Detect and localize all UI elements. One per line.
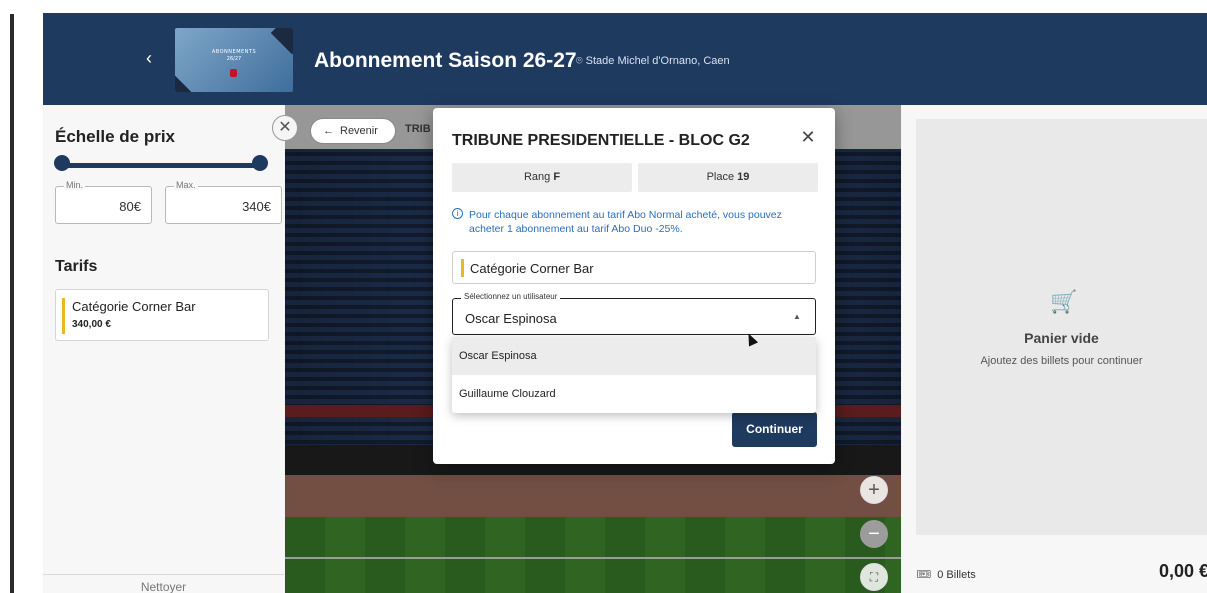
ticket-icon: 🎟 [916,567,932,581]
price-filter-title: Échelle de prix [55,127,175,146]
seat-label: Place [706,171,735,183]
tarif-price: 340,00 € [72,319,111,330]
back-button-label: Revenir [340,125,378,137]
cart-empty-box: 🛒 Panier vide Ajoutez des billets pour c… [916,119,1207,535]
price-max-handle[interactable] [252,155,268,171]
cart-empty-hint: Ajoutez des billets pour continuer [980,355,1143,367]
max-price-value: 340€ [242,199,271,214]
tarif-name: Catégorie Corner Bar [72,299,196,314]
category-color-bar [461,259,464,277]
max-price-label: Max. [174,180,198,190]
cart-ticket-count: 🎟 0 Billets [916,567,976,581]
info-text: Pour chaque abonnement au tarif Abo Norm… [469,209,782,235]
user-select-label: Sélectionnez un utilisateur [461,292,561,301]
tarifs-title: Tarifs [55,258,98,275]
category-value: Catégorie Corner Bar [470,261,594,276]
arrow-left-icon: ← [323,125,334,137]
modal-title: TRIBUNE PRESIDENTIELLE - BLOC G2 [452,132,750,149]
cart-total: 0,00 € [1159,561,1207,581]
seat-modal: TRIBUNE PRESIDENTIELLE - BLOC G2 ✕ Rang … [433,108,835,464]
continue-button[interactable]: Continuer [732,412,817,447]
venue-label: ⌾ Stade Michel d'Ornano, Caen [576,55,730,68]
price-range-track[interactable] [60,163,262,168]
page-title: Abonnement Saison 26-27 [314,49,577,72]
ticket-count-label: 0 Billets [937,569,976,581]
min-price-field[interactable]: Min. 80€ [55,180,152,224]
user-option[interactable]: Oscar Espinosa [452,337,816,375]
event-thumbnail: ABONNEMENTS 26/27 [175,28,293,92]
caret-up-icon: ▲ [793,312,801,321]
close-filters-icon[interactable]: ✕ [272,115,298,141]
user-select[interactable]: Sélectionnez un utilisateur Oscar Espino… [452,292,816,335]
price-min-handle[interactable] [54,155,70,171]
seat-chip: Place 19 [638,163,818,192]
venue-text: Stade Michel d'Ornano, Caen [585,55,730,67]
cart-empty-title: Panier vide [1024,330,1099,346]
category-color-bar [62,298,65,334]
user-select-value: Oscar Espinosa [465,311,557,326]
min-price-value: 80€ [119,199,141,214]
category-field: Catégorie Corner Bar [452,251,816,284]
thumbnail-season: 26/27 [226,56,242,62]
user-dropdown: Oscar Espinosa Guillaume Clouzard [452,337,816,413]
close-icon[interactable]: ✕ [797,126,819,148]
cart-icon: 🛒 [1050,289,1078,314]
row-chip: Rang F [452,163,632,192]
cart-panel: 🛒 Panier vide Ajoutez des billets pour c… [902,105,1207,593]
row-value: F [553,171,561,183]
max-price-field[interactable]: Max. 340€ [165,180,282,224]
chevron-left-icon[interactable]: ‹ [139,48,159,68]
location-pin-icon: ⌾ [576,55,586,67]
app: ‹ ABONNEMENTS 26/27 Abonnement Saison 26… [43,13,1207,593]
zoom-out-icon[interactable]: − [860,520,888,548]
window-edge [10,14,14,593]
user-option[interactable]: Guillaume Clouzard [452,375,816,413]
thumbnail-text: ABONNEMENTS [211,49,257,55]
reset-filters-button[interactable]: Nettoyer [43,574,284,593]
row-label: Rang [523,171,551,183]
club-crest [230,69,237,77]
seat-value: 19 [737,171,750,183]
back-button[interactable]: ← Revenir [310,118,396,144]
min-price-label: Min. [64,180,86,190]
map-breadcrumb: TRIB [405,123,431,135]
header: ‹ ABONNEMENTS 26/27 Abonnement Saison 26… [43,13,1207,105]
fullscreen-icon[interactable]: ⛶ [860,563,888,591]
tarif-card[interactable]: Catégorie Corner Bar 340,00 € [55,289,269,341]
zoom-in-icon[interactable]: + [860,476,888,504]
filter-sidebar: Échelle de prix Min. 80€ Max. 340€ Tarif… [43,105,284,593]
info-icon: i [452,208,463,219]
